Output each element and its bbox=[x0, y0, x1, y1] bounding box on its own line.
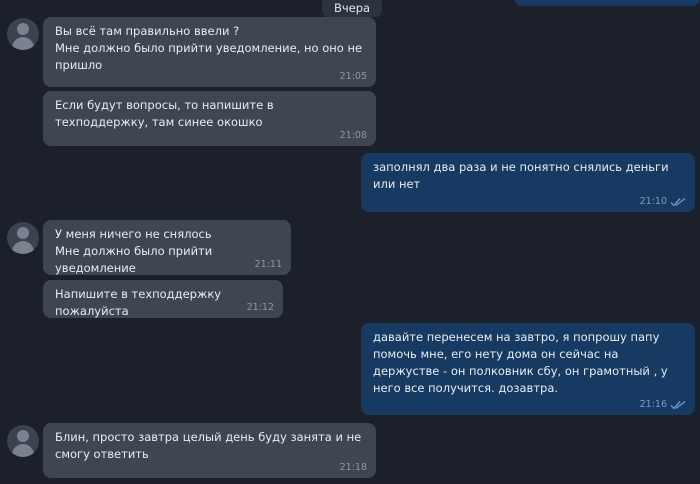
message-time: 21:16 bbox=[639, 399, 667, 410]
message-meta: 21:10 bbox=[640, 197, 686, 207]
message-meta: 21:16 bbox=[640, 400, 686, 410]
read-checkmarks-icon bbox=[670, 197, 686, 207]
contact-avatar[interactable] bbox=[7, 222, 39, 254]
message-time: 21:18 bbox=[339, 462, 367, 473]
user-silhouette-icon bbox=[17, 227, 29, 239]
read-checkmarks-icon bbox=[670, 400, 686, 410]
contact-avatar[interactable] bbox=[7, 425, 39, 457]
previous-outgoing-bubble bbox=[514, 0, 700, 6]
message-bubble-incoming[interactable]: У меня ничего не снялось Мне должно было… bbox=[43, 220, 291, 275]
message-bubble-incoming[interactable]: Блин, просто завтра целый день буду заня… bbox=[43, 423, 376, 478]
message-time: 21:08 bbox=[339, 130, 367, 141]
user-silhouette-icon bbox=[17, 430, 29, 442]
message-meta: 21:18 bbox=[340, 463, 367, 473]
message-time: 21:11 bbox=[254, 259, 282, 270]
contact-avatar[interactable] bbox=[7, 18, 39, 50]
message-text: У меня ничего не снялось Мне должно было… bbox=[55, 227, 213, 275]
message-text: заполнял два раза и не понятно снялись д… bbox=[373, 160, 669, 191]
message-time: 21:10 bbox=[639, 196, 667, 207]
message-meta: 21:05 bbox=[340, 72, 367, 82]
message-text: Если будут вопросы, то напишите в техпод… bbox=[55, 98, 274, 129]
message-time: 21:12 bbox=[246, 302, 274, 313]
message-meta: 21:12 bbox=[247, 303, 274, 313]
message-time: 21:05 bbox=[339, 71, 367, 82]
message-bubble-outgoing[interactable]: давайте перенесем на завтро, я попрошу п… bbox=[361, 323, 695, 415]
user-silhouette-icon bbox=[17, 23, 29, 35]
message-bubble-incoming[interactable]: Вы всё там правильно ввели ? Мне должно … bbox=[43, 17, 376, 87]
message-text: Блин, просто завтра целый день буду заня… bbox=[55, 430, 362, 461]
message-text: Вы всё там правильно ввели ? Мне должно … bbox=[55, 24, 363, 72]
date-separator: Вчера bbox=[322, 0, 382, 17]
message-text: давайте перенесем на завтро, я попрошу п… bbox=[373, 330, 668, 395]
message-text: Напишите в техподдержку пожалуйста bbox=[55, 287, 222, 318]
message-bubble-outgoing[interactable]: заполнял два раза и не понятно снялись д… bbox=[361, 153, 695, 212]
message-bubble-incoming[interactable]: Если будут вопросы, то напишите в техпод… bbox=[43, 91, 376, 146]
message-bubble-incoming[interactable]: Напишите в техподдержку пожалуйста 21:12 bbox=[43, 280, 283, 318]
message-meta: 21:08 bbox=[340, 131, 367, 141]
message-meta: 21:11 bbox=[255, 260, 282, 270]
